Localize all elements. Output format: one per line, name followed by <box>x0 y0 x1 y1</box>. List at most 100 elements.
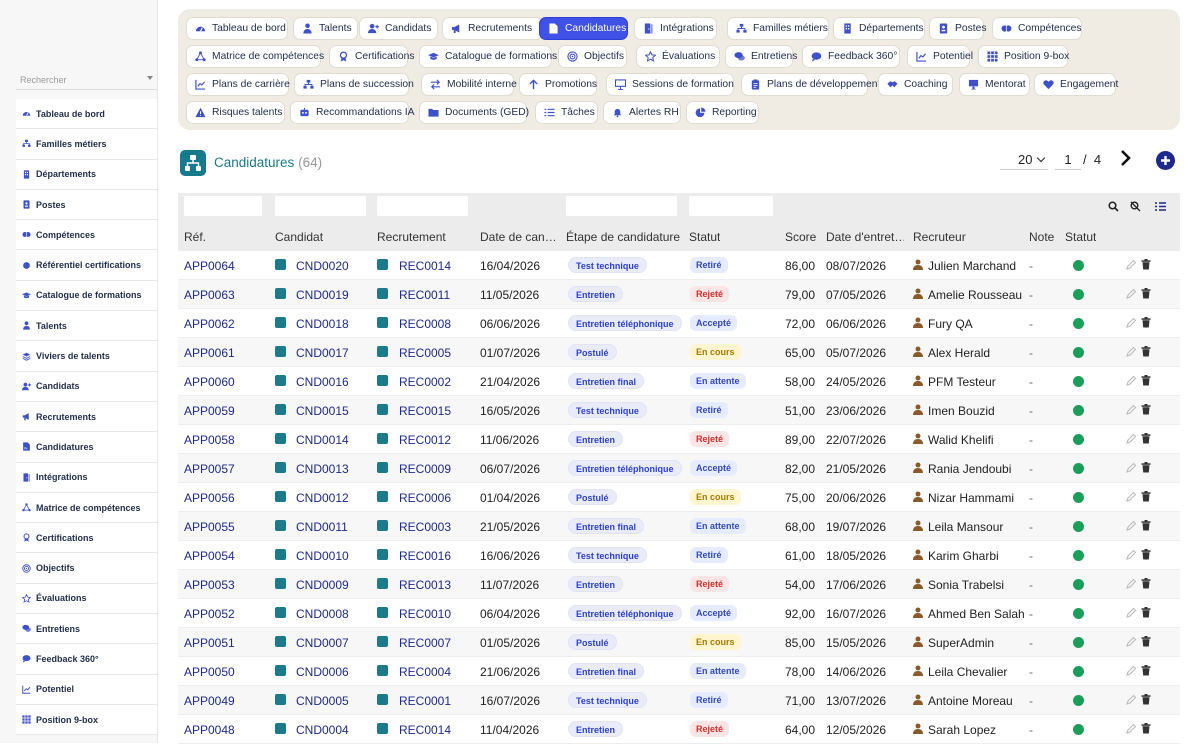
pencil-icon[interactable] <box>1126 491 1137 502</box>
table-row[interactable]: APP0062 CND0018 REC0008 06/06/2026 Entretien… <box>178 309 1180 338</box>
cell-recrutement[interactable]: REC0002 <box>399 375 451 389</box>
filter-recrutement-input[interactable] <box>377 196 468 216</box>
table-row[interactable]: APP0049 CND0005 REC0001 16/07/2026 Test tech… <box>178 686 1180 715</box>
col-recruteur[interactable]: Recruteur <box>913 230 966 244</box>
cell-recrutement[interactable]: REC0012 <box>399 433 451 447</box>
search-icon[interactable] <box>1108 199 1119 212</box>
next-page-button[interactable] <box>1118 148 1134 168</box>
pencil-icon[interactable] <box>1126 288 1137 299</box>
pencil-icon[interactable] <box>1126 317 1137 328</box>
cell-candidat[interactable]: CND0004 <box>296 723 349 737</box>
menu-button-0[interactable]: Tableau de bord <box>186 17 288 40</box>
col-date-candidature[interactable]: Date de can… <box>480 230 555 244</box>
pencil-icon[interactable] <box>1126 259 1137 270</box>
cell-recrutement[interactable]: REC0014 <box>399 259 451 273</box>
menu-button-26[interactable]: Mentorat <box>959 73 1030 96</box>
sidebar-item-6[interactable]: Catalogue de formations <box>16 281 157 312</box>
trash-icon[interactable] <box>1141 665 1151 676</box>
pencil-icon[interactable] <box>1126 346 1137 357</box>
sidebar-item-17[interactable]: Entretiens <box>16 614 157 645</box>
cell-candidat[interactable]: CND0010 <box>296 549 349 563</box>
pencil-icon[interactable] <box>1126 375 1137 386</box>
sidebar-item-7[interactable]: Talents <box>16 311 157 342</box>
sidebar-item-14[interactable]: Certifications <box>16 523 157 554</box>
col-date-entretien[interactable]: Date d'entret… <box>826 230 904 244</box>
clear-search-icon[interactable] <box>1130 199 1141 212</box>
menu-button-22[interactable]: Promotions <box>519 73 597 96</box>
menu-button-2[interactable]: Candidats <box>359 17 438 40</box>
pencil-icon[interactable] <box>1126 549 1137 560</box>
menu-button-19[interactable]: Plans de carrière <box>186 73 290 96</box>
sidebar-search-select[interactable]: Rechercher <box>16 70 157 90</box>
trash-icon[interactable] <box>1141 578 1151 589</box>
sidebar-item-11[interactable]: Candidatures <box>16 432 157 463</box>
menu-button-32[interactable]: Alertes RH <box>603 101 681 124</box>
sidebar-item-13[interactable]: Matrice de compétences <box>16 493 157 524</box>
col-recrutement[interactable]: Recrutement <box>377 230 446 244</box>
cell-recrutement[interactable]: REC0003 <box>399 520 451 534</box>
menu-button-4[interactable]: Candidatures <box>539 17 628 40</box>
per-page-select[interactable]: 20 <box>1000 148 1048 170</box>
page-number-input[interactable]: 1 <box>1055 148 1081 170</box>
sidebar-item-9[interactable]: Candidats <box>16 372 157 402</box>
menu-button-1[interactable]: Talents <box>293 17 358 40</box>
filter-statut-input[interactable] <box>689 196 773 216</box>
cell-recrutement[interactable]: REC0008 <box>399 317 451 331</box>
menu-button-11[interactable]: Certifications <box>329 45 415 68</box>
pencil-icon[interactable] <box>1126 578 1137 589</box>
column-list-icon[interactable] <box>1155 199 1166 211</box>
trash-icon[interactable] <box>1141 375 1151 386</box>
menu-button-25[interactable]: Coaching <box>878 73 953 96</box>
filter-candidat-input[interactable] <box>275 196 366 216</box>
menu-button-16[interactable]: Feedback 360° <box>802 45 900 68</box>
cell-candidat[interactable]: CND0013 <box>296 462 349 476</box>
table-row[interactable]: APP0059 CND0015 REC0015 16/05/2026 Test tech… <box>178 396 1180 425</box>
cell-ref[interactable]: APP0058 <box>184 433 235 447</box>
cell-recrutement[interactable]: REC0009 <box>399 462 451 476</box>
menu-button-18[interactable]: Position 9-box <box>978 45 1069 68</box>
cell-ref[interactable]: APP0048 <box>184 723 235 737</box>
table-row[interactable]: APP0063 CND0019 REC0011 11/05/2026 Entretien… <box>178 280 1180 309</box>
table-row[interactable]: APP0054 CND0010 REC0016 16/06/2026 Test tech… <box>178 541 1180 570</box>
trash-icon[interactable] <box>1141 346 1151 357</box>
table-row[interactable]: APP0050 CND0006 REC0004 21/06/2026 Entretien… <box>178 657 1180 686</box>
pencil-icon[interactable] <box>1126 520 1137 531</box>
cell-candidat[interactable]: CND0018 <box>296 317 349 331</box>
trash-icon[interactable] <box>1141 462 1151 473</box>
menu-button-33[interactable]: Reporting <box>686 101 759 124</box>
menu-button-3[interactable]: Recrutements <box>442 17 543 40</box>
cell-recrutement[interactable]: REC0001 <box>399 694 451 708</box>
sidebar-item-20[interactable]: Position 9-box <box>16 705 157 736</box>
cell-ref[interactable]: APP0062 <box>184 317 235 331</box>
cell-recrutement[interactable]: REC0014 <box>399 723 451 737</box>
menu-button-5[interactable]: Intégrations <box>634 17 717 40</box>
sidebar-item-10[interactable]: Recrutements <box>16 402 157 433</box>
table-row[interactable]: APP0055 CND0011 REC0003 21/05/2026 Entretien… <box>178 512 1180 541</box>
col-statut[interactable]: Statut <box>689 230 720 244</box>
cell-ref[interactable]: APP0050 <box>184 665 235 679</box>
table-row[interactable]: APP0053 CND0009 REC0013 11/07/2026 Entretien… <box>178 570 1180 599</box>
menu-button-8[interactable]: Postes <box>929 17 986 40</box>
cell-recrutement[interactable]: REC0013 <box>399 578 451 592</box>
sidebar-item-1[interactable]: Familles métiers <box>16 129 157 160</box>
pencil-icon[interactable] <box>1126 665 1137 676</box>
trash-icon[interactable] <box>1141 636 1151 647</box>
cell-candidat[interactable]: CND0005 <box>296 694 349 708</box>
table-row[interactable]: APP0064 CND0020 REC0014 16/04/2026 Test tech… <box>178 251 1180 280</box>
menu-button-31[interactable]: Tâches <box>535 101 598 124</box>
cell-candidat[interactable]: CND0008 <box>296 607 349 621</box>
cell-ref[interactable]: APP0063 <box>184 288 235 302</box>
table-row[interactable]: APP0058 CND0014 REC0012 11/06/2026 Entretien… <box>178 425 1180 454</box>
trash-icon[interactable] <box>1141 404 1151 415</box>
menu-button-29[interactable]: Recommandations IA <box>290 101 414 124</box>
cell-recrutement[interactable]: REC0005 <box>399 346 451 360</box>
menu-button-13[interactable]: Objectifs <box>558 45 627 68</box>
cell-candidat[interactable]: CND0016 <box>296 375 349 389</box>
sidebar-item-5[interactable]: Référentiel certifications <box>16 250 157 281</box>
col-note[interactable]: Note <box>1029 230 1054 244</box>
filter-ref-input[interactable] <box>184 196 262 216</box>
menu-button-27[interactable]: Engagement <box>1034 73 1118 96</box>
sidebar-item-16[interactable]: Évaluations <box>16 584 157 615</box>
col-statut-actif[interactable]: Statut <box>1065 230 1096 244</box>
filter-etape-input[interactable] <box>566 196 677 216</box>
